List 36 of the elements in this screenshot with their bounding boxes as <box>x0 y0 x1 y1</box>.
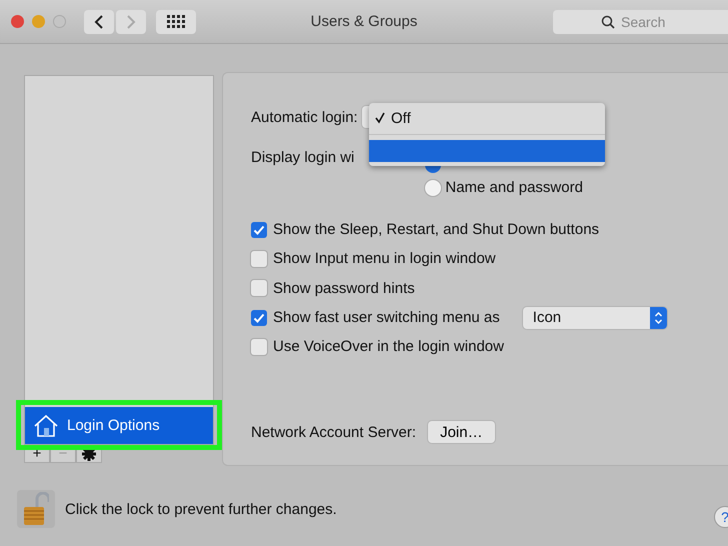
menu-item[interactable]: Off <box>369 107 605 129</box>
join-button[interactable]: Join… <box>428 421 495 444</box>
padlock-icon <box>23 492 49 526</box>
checkbox[interactable] <box>251 250 267 267</box>
checkbox[interactable] <box>251 338 267 355</box>
lock-button[interactable] <box>17 490 55 528</box>
checkbox-label: Show Input menu in login window <box>273 250 496 268</box>
display-login-label: Display login wi <box>251 149 354 168</box>
show-all-button[interactable] <box>156 10 196 34</box>
menu-style-popup[interactable]: Icon <box>522 306 667 329</box>
network-server-label: Network Account Server: <box>251 424 416 441</box>
checkbox-label: Use VoiceOver in the login window <box>273 338 504 356</box>
zoom-icon[interactable] <box>53 15 66 28</box>
checkbox-label: Show password hints <box>273 280 415 297</box>
close-icon[interactable] <box>11 15 24 28</box>
radio-label: Name and password <box>445 179 583 196</box>
checkmark-icon <box>375 112 385 124</box>
search-icon <box>601 14 615 28</box>
grid-icon <box>167 14 185 28</box>
up-down-arrows-icon <box>654 310 663 325</box>
minimize-icon[interactable] <box>32 15 45 28</box>
window-title: Users & Groups <box>310 13 418 30</box>
radio-button[interactable] <box>425 180 442 196</box>
help-button[interactable]: ? <box>714 506 728 528</box>
checkbox-label: Show fast user switching menu as <box>273 309 500 326</box>
chevron-left-icon <box>94 14 104 30</box>
sidebar-item[interactable]: Login Options <box>25 407 213 444</box>
lock-message: Click the lock to prevent further changes. <box>65 500 337 518</box>
checkbox-label: Show the Sleep, Restart, and Shut Down buttons <box>273 221 600 238</box>
checkbox[interactable] <box>251 280 267 296</box>
house-icon <box>33 414 59 438</box>
chevron-right-icon <box>126 14 136 30</box>
checkbox[interactable] <box>251 222 267 238</box>
checkbox[interactable] <box>251 310 267 326</box>
automatic-login-label: Automatic login: <box>251 108 358 126</box>
back-button[interactable] <box>84 10 114 34</box>
